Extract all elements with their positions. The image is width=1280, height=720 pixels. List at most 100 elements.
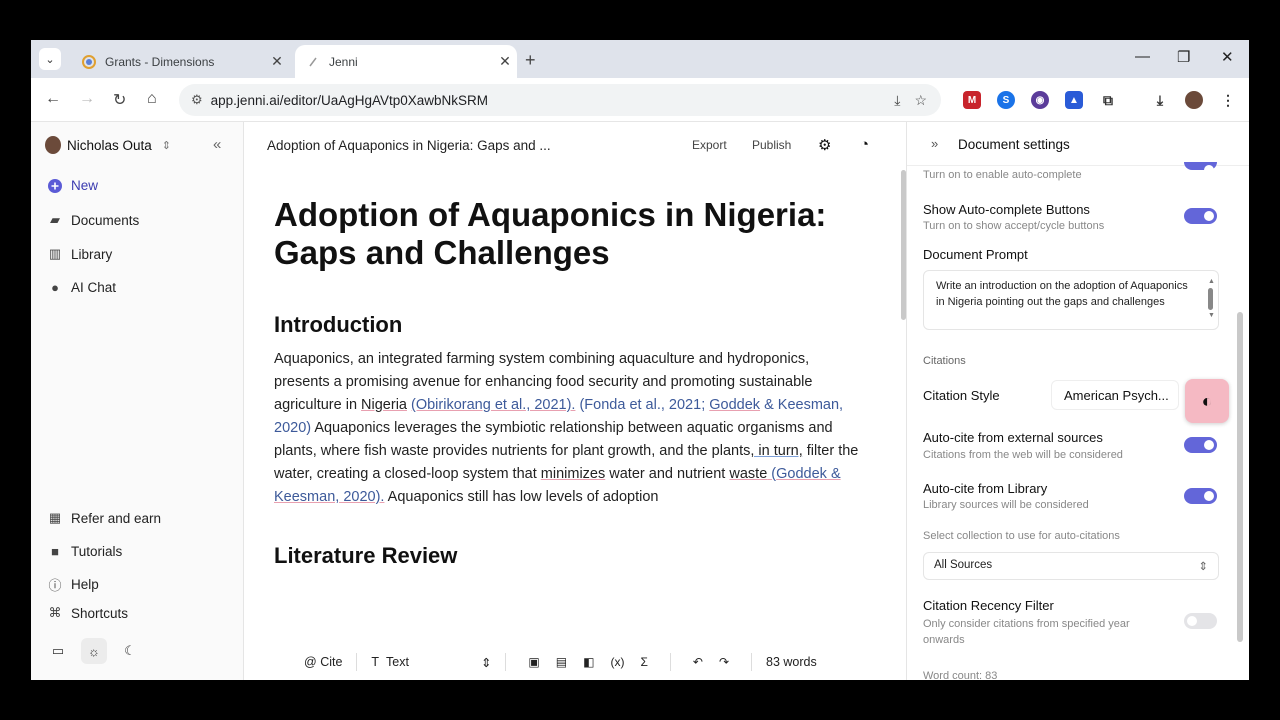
sidebar-item-ai-chat[interactable]: ● AI Chat bbox=[47, 280, 116, 295]
reload-icon[interactable]: ↻ bbox=[113, 90, 126, 110]
text-run: Aquaponics leverages the symbiotic relat… bbox=[274, 420, 833, 459]
sidebar-item-new[interactable]: New bbox=[47, 178, 98, 193]
panel-scrollbar[interactable] bbox=[1237, 312, 1243, 642]
chevron-updown-icon: ⇕ bbox=[1198, 561, 1208, 573]
document-prompt-label: Document Prompt bbox=[923, 247, 1028, 262]
chevron-down-icon: ⌄ bbox=[45, 53, 55, 66]
autocite-library-label: Auto-cite from Library bbox=[923, 481, 1048, 496]
gear-icon[interactable]: ⚙ bbox=[818, 136, 831, 154]
spelling-flag[interactable]: minimizes bbox=[541, 466, 605, 482]
divider bbox=[669, 653, 671, 671]
sun-icon[interactable]: ☼ bbox=[81, 638, 107, 664]
user-switcher[interactable]: Nicholas Outa ⇕ bbox=[45, 136, 171, 154]
close-tab-icon[interactable]: ✕ bbox=[493, 53, 517, 70]
autocite-external-toggle[interactable] bbox=[1184, 437, 1217, 453]
history-clock-icon[interactable]: ◔ bbox=[860, 136, 869, 153]
tab-label: Jenni bbox=[329, 54, 358, 69]
spelling-flag[interactable]: waste bbox=[729, 466, 767, 482]
image-icon[interactable]: ▣ bbox=[528, 655, 539, 669]
sidebar-item-refer[interactable]: ▦ Refer and earn bbox=[47, 510, 161, 526]
text-run: Goddek bbox=[776, 466, 827, 482]
close-tab-icon[interactable]: ✕ bbox=[265, 53, 289, 70]
recency-filter-toggle[interactable] bbox=[1184, 613, 1217, 629]
undo-icon[interactable]: ↶ bbox=[693, 655, 703, 669]
prompt-scrollbar[interactable]: ▲ ▼ bbox=[1208, 278, 1215, 322]
monitor-icon[interactable]: ▭ bbox=[45, 638, 71, 664]
bookmark-star-icon[interactable]: ☆ bbox=[914, 92, 927, 109]
tab-label: Grants - Dimensions bbox=[105, 54, 215, 69]
profile-avatar[interactable] bbox=[1185, 91, 1203, 109]
document-content[interactable]: Adoption of Aquaponics in Nigeria: Gaps … bbox=[274, 196, 866, 579]
sidebar-item-help[interactable]: ⓘ Help bbox=[47, 575, 98, 594]
document-prompt-textarea[interactable]: Write an introduction on the adoption of… bbox=[923, 270, 1219, 330]
scroll-up-icon: ▲ bbox=[1208, 278, 1215, 285]
heading-introduction[interactable]: Introduction bbox=[274, 312, 866, 338]
collapse-sidebar-icon[interactable]: « bbox=[213, 136, 221, 153]
restore-icon[interactable]: ❐ bbox=[1177, 48, 1190, 66]
extension-globe-icon[interactable]: ◉ bbox=[1031, 91, 1049, 109]
autocite-external-label: Auto-cite from external sources bbox=[923, 430, 1103, 445]
site-info-icon[interactable]: ⚙ bbox=[191, 92, 203, 108]
math-icon[interactable]: (x) bbox=[610, 655, 624, 669]
back-icon[interactable]: ← bbox=[45, 90, 61, 108]
library-icon: ▥ bbox=[48, 246, 62, 261]
code-icon[interactable]: ◧ bbox=[583, 655, 594, 669]
redo-icon[interactable]: ↷ bbox=[719, 655, 729, 669]
autocite-library-toggle[interactable] bbox=[1184, 488, 1217, 504]
export-button[interactable]: Export bbox=[692, 138, 727, 152]
close-window-icon[interactable]: ✕ bbox=[1221, 48, 1234, 66]
home-icon[interactable]: ⌂ bbox=[147, 90, 157, 108]
collapse-panel-icon[interactable]: » bbox=[931, 136, 938, 151]
tab-grants-dimensions[interactable]: Grants - Dimensions ✕ bbox=[71, 45, 289, 78]
downloads-icon[interactable]: ⤓ bbox=[1151, 91, 1169, 109]
paragraph-introduction[interactable]: Aquaponics, an integrated farming system… bbox=[274, 348, 866, 509]
text-run: (Fonda et al., 2021; bbox=[579, 397, 710, 413]
divider bbox=[751, 653, 752, 671]
word-count: 83 words bbox=[766, 655, 817, 669]
heading-literature-review[interactable]: Literature Review bbox=[274, 543, 866, 569]
cite-button[interactable]: @ Cite bbox=[304, 655, 342, 669]
text-style-select[interactable]: T Text ⇕ bbox=[371, 655, 491, 670]
mendeley-extension-icon[interactable]: M bbox=[963, 91, 981, 109]
jenni-favicon-icon bbox=[305, 54, 321, 70]
text-style-value: Text bbox=[386, 654, 409, 669]
moon-icon[interactable]: ☾ bbox=[117, 638, 143, 664]
divider bbox=[356, 653, 358, 671]
sidebar-item-tutorials[interactable]: ■ Tutorials bbox=[47, 544, 122, 559]
citation-style-select[interactable]: American Psych... bbox=[1051, 380, 1179, 410]
document-title-header[interactable]: Adoption of Aquaponics in Nigeria: Gaps … bbox=[267, 138, 551, 153]
grammar-flag[interactable]: , in turn, bbox=[750, 443, 802, 459]
tab-search-button[interactable]: ⌄ bbox=[39, 48, 61, 70]
recency-filter-label: Citation Recency Filter bbox=[923, 598, 1054, 613]
tab-jenni[interactable]: Jenni ✕ bbox=[295, 45, 517, 78]
equation-icon[interactable]: Σ bbox=[640, 655, 647, 669]
extensions-puzzle-icon[interactable]: ⧉ bbox=[1099, 91, 1117, 109]
extension-cap-icon[interactable]: ▲ bbox=[1065, 91, 1083, 109]
collection-label: Select collection to use for auto-citati… bbox=[923, 530, 1120, 542]
publish-button[interactable]: Publish bbox=[752, 138, 791, 152]
document-title[interactable]: Adoption of Aquaponics in Nigeria: Gaps … bbox=[274, 196, 866, 272]
show-buttons-toggle[interactable] bbox=[1184, 208, 1217, 224]
spelling-flag: Goddek bbox=[709, 397, 761, 413]
table-icon[interactable]: ▤ bbox=[556, 655, 567, 669]
editor-bottom-toolbar: @ Cite T Text ⇕ ▣ ▤ ◧ (x) Σ ↶ ↷ 83 words bbox=[304, 648, 864, 676]
citation[interactable]: (Obirikorang et al., 2021). bbox=[411, 397, 575, 413]
sidebar-item-shortcuts[interactable]: ⌘ Shortcuts bbox=[47, 605, 129, 621]
browser-window: ⌄ Grants - Dimensions ✕ Jenni ✕ + — ❐ ✕ … bbox=[31, 40, 1249, 680]
address-bar[interactable]: ⚙ app.jenni.ai/editor/UaAgHgAVtp0XawbNkS… bbox=[179, 84, 941, 116]
spelling-flag[interactable]: Nigeria bbox=[361, 397, 407, 413]
text-run: ( bbox=[767, 466, 777, 482]
skype-extension-icon[interactable]: S bbox=[997, 91, 1015, 109]
autocomplete-toggle[interactable] bbox=[1184, 162, 1217, 175]
install-app-icon[interactable]: ⤓ bbox=[894, 92, 900, 109]
new-tab-icon[interactable]: + bbox=[525, 50, 536, 71]
citation-style-label: Citation Style bbox=[923, 388, 1000, 403]
collection-select[interactable]: All Sources ⇕ bbox=[923, 552, 1219, 580]
minimize-icon[interactable]: — bbox=[1135, 48, 1150, 65]
forward-icon[interactable]: → bbox=[79, 90, 95, 108]
more-menu-icon[interactable]: ⋮ bbox=[1219, 91, 1237, 109]
sidebar-item-documents[interactable]: ▰ Documents bbox=[47, 212, 139, 228]
chevron-updown-icon: ⇕ bbox=[161, 139, 172, 152]
ladybug-helper-icon[interactable]: ◐ bbox=[1185, 379, 1229, 423]
sidebar-item-library[interactable]: ▥ Library bbox=[47, 246, 112, 262]
